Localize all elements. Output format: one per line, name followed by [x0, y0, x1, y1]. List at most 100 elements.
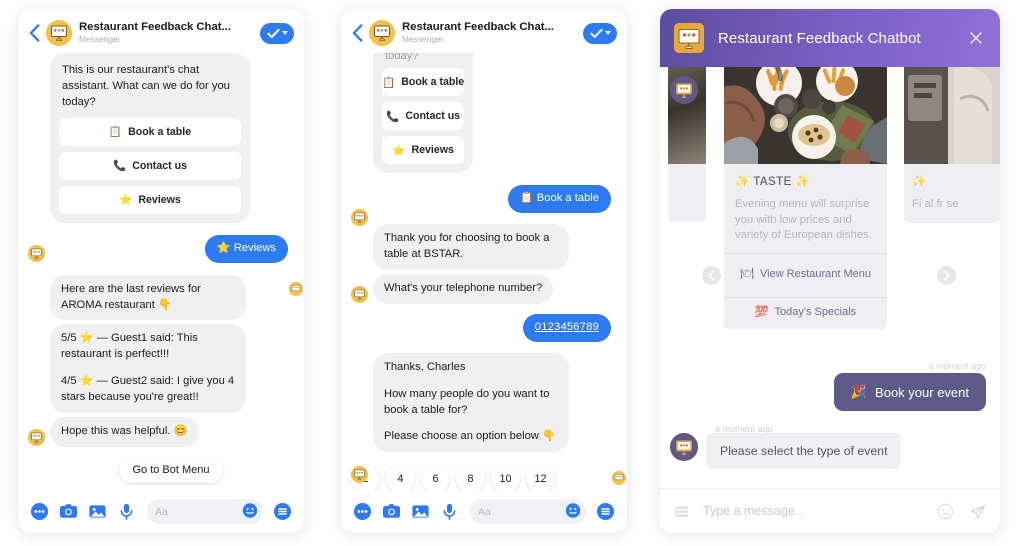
phone-question-bubble: What's your telephone number?: [373, 273, 554, 304]
reviews-intro-row: Here are the last reviews for AROMA rest…: [18, 274, 304, 321]
telephone-icon: 📞: [386, 110, 400, 123]
hamburger-menu-icon[interactable]: [594, 500, 617, 523]
user-reply-bubble[interactable]: 📋 Book a table: [507, 185, 611, 214]
card-button-view-restaurant-menu[interactable]: 🍽 View Restaurant Menu: [724, 252, 887, 297]
user-reply-label: Book a table: [536, 192, 599, 205]
menu-button-reviews[interactable]: ⭐ Reviews: [382, 136, 465, 165]
notebook-icon: 📋: [108, 126, 123, 139]
timestamp-top: a moment ago: [928, 361, 986, 371]
bot-avatar-marker: [351, 466, 373, 484]
smiley-icon[interactable]: [242, 502, 258, 521]
back-icon[interactable]: [24, 20, 44, 46]
panel1-message-list[interactable]: This is our restaurant's chat assistant.…: [18, 53, 304, 490]
menu-button-contact-us[interactable]: 📞 Contact us: [382, 102, 465, 131]
carousel-card-next[interactable]: ✨ Fi al fr se: [904, 67, 1000, 223]
chatbot-logo-icon: [674, 23, 704, 53]
camera-icon[interactable]: [380, 500, 403, 523]
avatar-spacer: [28, 302, 45, 319]
hamburger-menu-icon[interactable]: [271, 500, 294, 523]
avatar-spacer: [351, 252, 368, 269]
chatbot-avatar-icon: [351, 285, 368, 303]
camera-icon[interactable]: [57, 500, 80, 523]
microphone-icon[interactable]: [438, 500, 461, 523]
message-input[interactable]: Aa: [470, 499, 586, 524]
panel2-title-block: Restaurant Feedback Chat... Messenger: [402, 22, 583, 44]
check-icon: [589, 28, 603, 38]
quick-reply-go-to-bot-menu[interactable]: Go to Bot Menu: [119, 457, 223, 483]
clipped-intro-text: today?: [385, 53, 419, 62]
menu-button-contact-us[interactable]: 📞 Contact us: [59, 151, 241, 180]
thanks-bubble: Thank you for choosing to book a table a…: [373, 224, 569, 270]
star-icon: ⭐: [392, 144, 406, 157]
bot-avatar-marker: [28, 245, 50, 263]
party-size-quick-replies: 2 4 6 8 10 12: [341, 466, 627, 490]
chevron-left-circle-icon[interactable]: [702, 266, 721, 285]
send-paper-plane-icon[interactable]: [969, 503, 986, 520]
widget-message-input[interactable]: Type a message...: [703, 504, 922, 518]
message-input-placeholder: Aa: [155, 505, 168, 518]
menu-button-book-a-table[interactable]: 📋 Book a table: [59, 117, 241, 146]
avatar-spacer: [28, 205, 45, 222]
chat-subtitle: Messenger: [402, 34, 444, 45]
party-size-option[interactable]: 8: [456, 466, 485, 490]
chat-subtitle: Messenger: [79, 34, 121, 45]
panel2-message-list[interactable]: today? 📋 Book a table 📞 Contact us ⭐ Rev…: [341, 53, 627, 490]
phone-question-row: What's your telephone number?: [341, 273, 627, 304]
reviews-intro-bubble: Here are the last reviews for AROMA rest…: [50, 274, 246, 321]
message-input[interactable]: Aa: [147, 499, 263, 524]
quick-reply-row: Go to Bot Menu: [18, 457, 304, 483]
smiley-icon[interactable]: [565, 502, 581, 521]
charles-bubble: Thanks, Charles How many people do you w…: [373, 352, 569, 453]
widget-body[interactable]: ✨ TASTE ✨ Evening menu will surprise you…: [660, 67, 1000, 488]
carousel-card-next-title: ✨: [912, 175, 927, 188]
intro-text: This is our restaurant's chat assistant.…: [62, 64, 230, 109]
party-size-option[interactable]: 4: [386, 466, 415, 490]
panel2-composer: Aa: [341, 490, 627, 533]
avatar-spacer: [351, 434, 368, 451]
image-icon[interactable]: [409, 500, 432, 523]
user-phone-bubble[interactable]: 0123456789: [522, 313, 611, 342]
check-icon: [266, 28, 280, 38]
bot-message-bubble: Please select the type of event: [706, 433, 902, 469]
party-size-option[interactable]: 6: [421, 466, 450, 490]
menu-button-reviews[interactable]: ⭐ Reviews: [59, 185, 241, 214]
microphone-icon[interactable]: [115, 500, 138, 523]
list-menu-icon[interactable]: [674, 504, 689, 519]
chevron-right-circle-icon[interactable]: [937, 266, 956, 285]
chatbot-avatar-icon: [28, 245, 45, 262]
card-button-todays-specials[interactable]: 💯 Today's Specials: [724, 296, 887, 329]
close-icon[interactable]: [966, 28, 986, 48]
book-your-event-label: Book your event: [875, 384, 969, 400]
user-reply-bubble[interactable]: ⭐ Reviews: [204, 234, 288, 263]
more-dots-icon[interactable]: [28, 500, 51, 523]
review-2-text: 4/5 ⭐ — Guest2 said: I give you 4 stars …: [61, 375, 235, 404]
card-carousel[interactable]: ✨ TASTE ✨ Evening menu will surprise you…: [660, 67, 1000, 352]
reviews-list-bubble: 5/5 ⭐ — Guest1 said: This restaurant is …: [50, 324, 246, 414]
avatar-spacer: [351, 155, 368, 172]
party-size-option[interactable]: 12: [526, 466, 555, 490]
carousel-card-next-description: Fi al fr se: [912, 198, 959, 210]
book-your-event-button[interactable]: 🎉 Book your event: [833, 373, 986, 411]
chatbot-avatar-icon: [28, 428, 45, 446]
message-input-placeholder: Aa: [478, 505, 491, 518]
menu-button-label: Book a table: [401, 76, 465, 89]
panel1-composer: Aa: [18, 490, 304, 533]
card-button-label: View Restaurant Menu: [759, 268, 872, 281]
chat-widget-panel: Restaurant Feedback Chatbot ✨ TASTE ✨ Ev…: [660, 9, 1000, 533]
user-phone-row: 0123456789: [341, 313, 627, 342]
menu-button-label: Book a table: [128, 125, 192, 138]
charles-row: Thanks, Charles How many people do you w…: [341, 352, 627, 453]
chatbot-avatar-icon: [46, 20, 72, 46]
confirm-dropdown-button[interactable]: [583, 22, 617, 44]
menu-button-book-a-table[interactable]: 📋 Book a table: [382, 68, 465, 97]
more-dots-icon[interactable]: [351, 500, 374, 523]
smiley-outline-icon[interactable]: [937, 503, 954, 520]
messenger-panel-2: Restaurant Feedback Chat... Messenger to…: [341, 9, 627, 533]
back-icon[interactable]: [347, 20, 367, 46]
image-icon[interactable]: [86, 500, 109, 523]
messenger-panel-1: Restaurant Feedback Chat... Messenger Th…: [18, 9, 304, 533]
confirm-dropdown-button[interactable]: [260, 22, 294, 44]
party-size-option[interactable]: 10: [491, 466, 520, 490]
chat-title: Restaurant Feedback Chat...: [79, 22, 231, 34]
edge-avatar-icon: [612, 471, 626, 485]
